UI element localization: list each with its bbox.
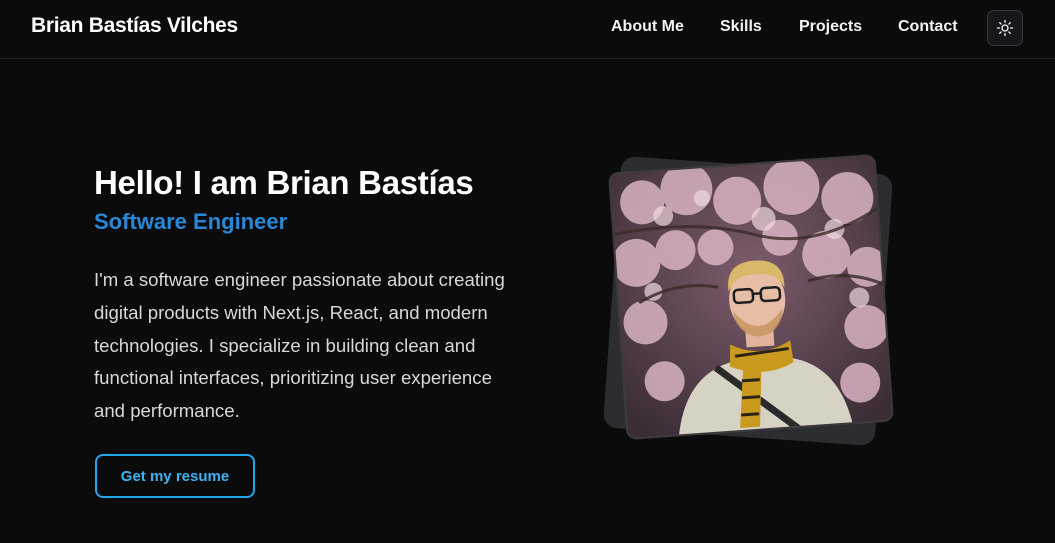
nav-links: About Me Skills Projects Contact (0, 18, 1055, 38)
nav-link-skills[interactable]: Skills (720, 18, 762, 36)
hero-subtitle: Software Engineer (94, 209, 288, 234)
profile-photo (607, 153, 895, 441)
hero-description: I'm a software engineer passionate about… (94, 269, 505, 422)
nav-link-projects[interactable]: Projects (799, 18, 862, 36)
get-resume-button[interactable]: Get my resume (95, 454, 255, 498)
navbar: Brian Bastías Vilches About Me Skills Pr… (0, 0, 1055, 59)
nav-link-about-me[interactable]: About Me (611, 18, 684, 36)
hero-title: Hello! I am Brian Bastías (94, 164, 474, 201)
theme-toggle-button[interactable] (987, 10, 1023, 46)
nav-link-contact[interactable]: Contact (898, 18, 958, 36)
sun-icon (996, 19, 1014, 37)
